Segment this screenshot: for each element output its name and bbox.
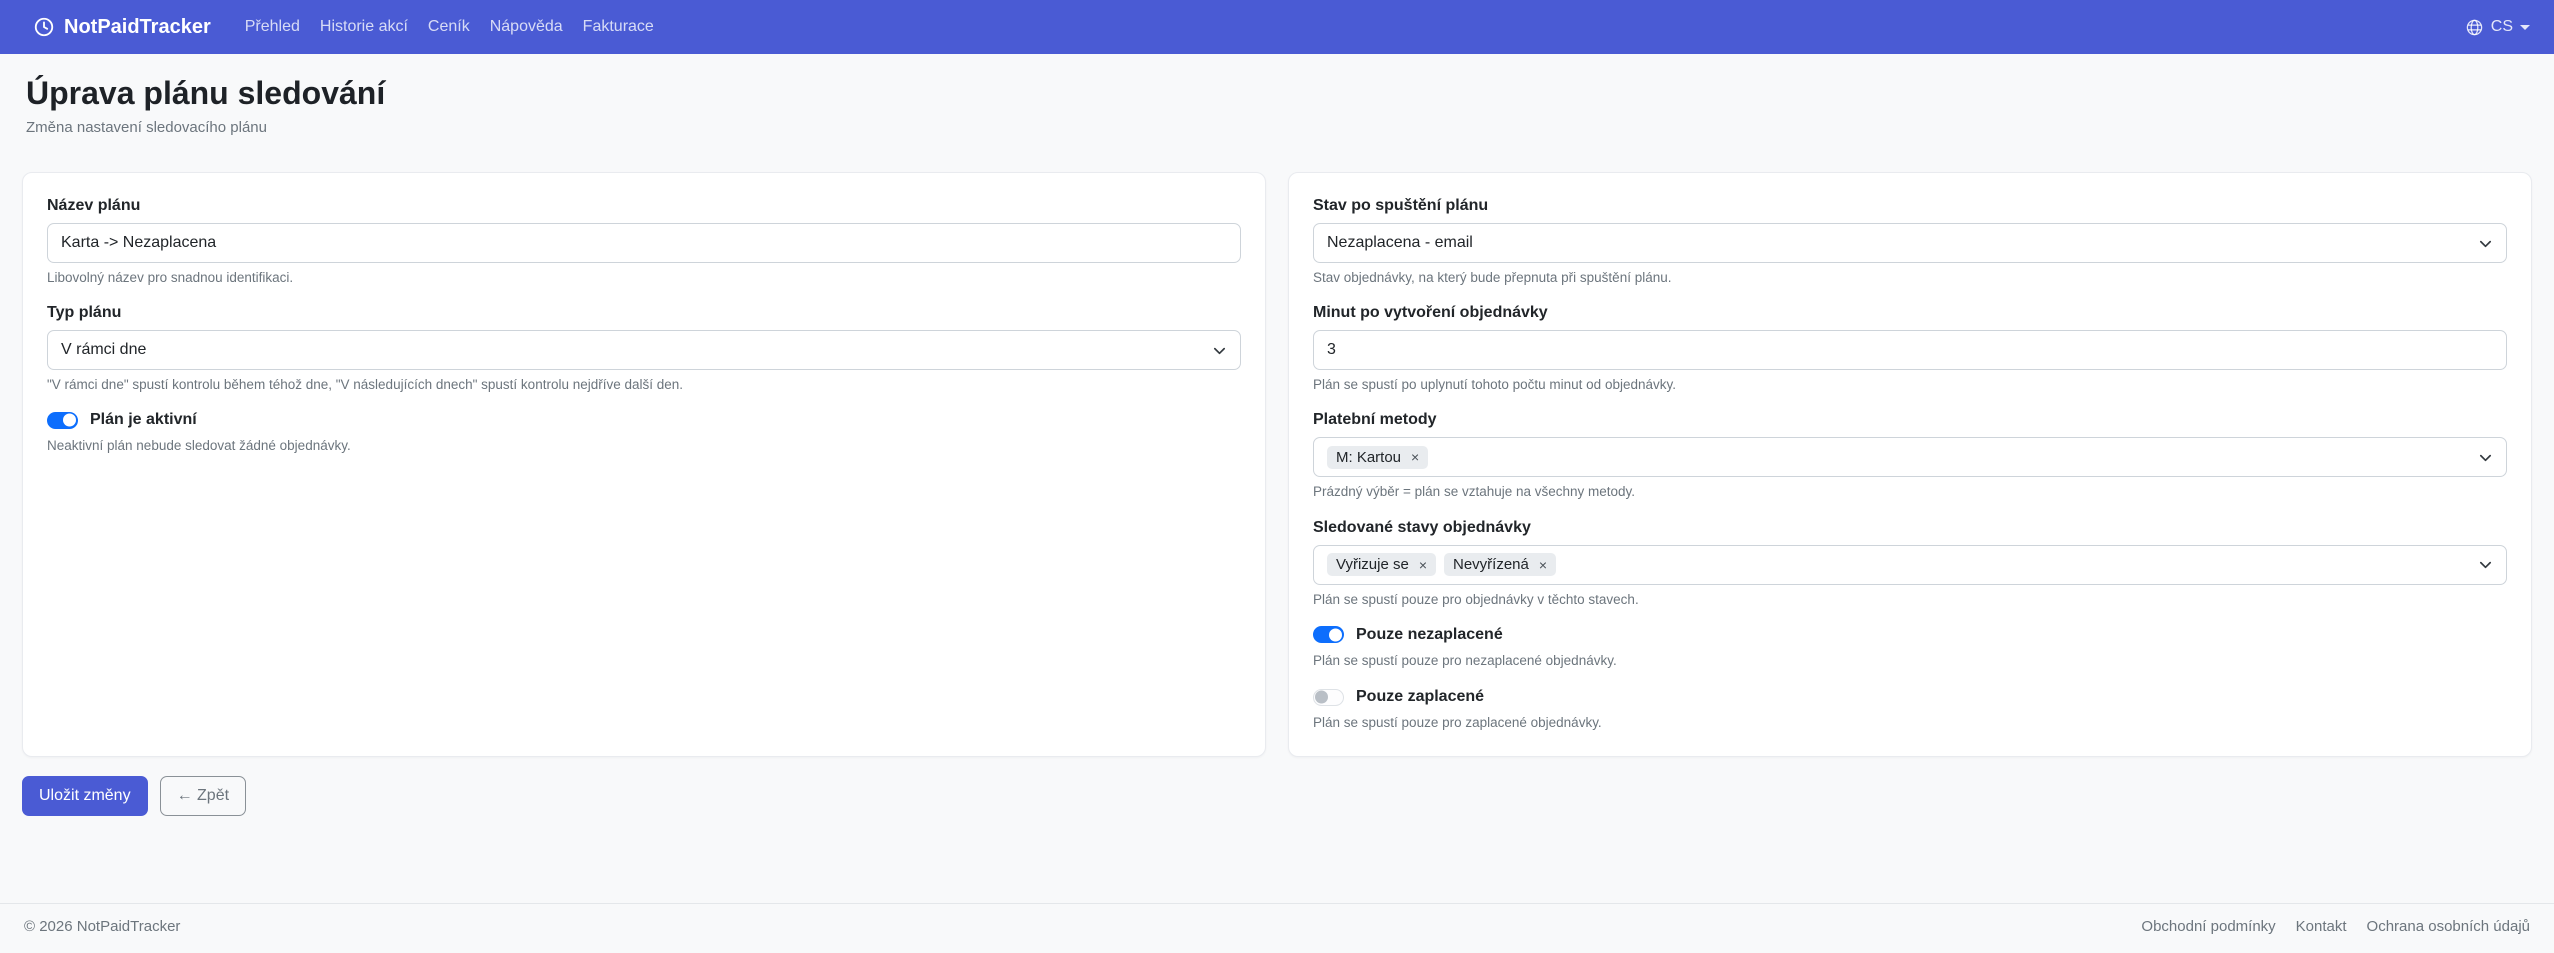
watched-states-help: Plán se spustí pouze pro objednávky v tě… — [1313, 591, 2507, 609]
plan-type-select[interactable]: V rámci dne — [47, 330, 1241, 370]
plan-active-block: Plán je aktivní Neaktivní plán nebude sl… — [47, 411, 1241, 455]
plan-type-group: Typ plánu V rámci dne "V rámci dne" spus… — [47, 304, 1241, 394]
only-unpaid-label: Pouze nezaplacené — [1356, 626, 1503, 644]
chevron-down-icon — [2478, 557, 2493, 572]
status-after-selected-value: Nezaplacena - email — [1327, 234, 1473, 252]
payment-methods-help: Prázdný výběr = plán se vztahuje na všec… — [1313, 483, 2507, 501]
status-after-group: Stav po spuštění plánu Nezaplacena - ema… — [1313, 197, 2507, 287]
watched-states-tags: Vyřizuje se × Nevyřízená × — [1327, 553, 2460, 576]
brand[interactable]: NotPaidTracker — [33, 16, 211, 39]
plan-name-group: Název plánu Libovolný název pro snadnou … — [47, 197, 1241, 287]
minutes-label: Minut po vytvoření objednávky — [1313, 304, 2507, 322]
plan-type-selected-value: V rámci dne — [61, 341, 146, 359]
nav-item-historie-akci[interactable]: Historie akcí — [310, 10, 418, 44]
watched-states-label: Sledované stavy objednávky — [1313, 519, 2507, 537]
back-button[interactable]: ← Zpět — [160, 776, 246, 816]
page-subtitle: Změna nastavení sledovacího plánu — [26, 119, 2528, 136]
tag-label: Nevyřízená — [1453, 556, 1529, 573]
language-switcher[interactable]: CS — [2465, 18, 2530, 37]
remove-tag-icon[interactable]: × — [1539, 558, 1547, 572]
page-title: Úprava plánu sledování — [26, 75, 2528, 112]
footer-link-ochrana-osobnich-udaju[interactable]: Ochrana osobních údajů — [2367, 918, 2530, 935]
plan-conditions-card: Stav po spuštění plánu Nezaplacena - ema… — [1288, 172, 2532, 757]
plan-type-help: "V rámci dne" spustí kontrolu během tého… — [47, 376, 1241, 394]
footer-link-obchodni-podminky[interactable]: Obchodní podmínky — [2141, 918, 2275, 935]
tag-m-kartou: M: Kartou × — [1327, 446, 1428, 469]
only-unpaid-block: Pouze nezaplacené Plán se spustí pouze p… — [1313, 626, 2507, 670]
only-paid-label: Pouze zaplacené — [1356, 688, 1484, 706]
brand-label: NotPaidTracker — [64, 16, 211, 39]
form-cards: Název plánu Libovolný název pro snadnou … — [22, 172, 2532, 757]
minutes-input[interactable] — [1313, 330, 2507, 370]
chevron-down-icon — [2520, 25, 2530, 30]
tag-label: Vyřizuje se — [1336, 556, 1409, 573]
plan-type-label: Typ plánu — [47, 304, 1241, 322]
only-paid-help: Plán se spustí pouze pro zaplacené objed… — [1313, 714, 2507, 732]
only-unpaid-toggle[interactable] — [1313, 626, 1344, 643]
nav-item-fakturace[interactable]: Fakturace — [573, 10, 664, 44]
only-unpaid-help: Plán se spustí pouze pro nezaplacené obj… — [1313, 652, 2507, 670]
plan-basics-card: Název plánu Libovolný název pro snadnou … — [22, 172, 1266, 757]
footer-links: Obchodní podmínky Kontakt Ochrana osobní… — [2141, 918, 2530, 935]
remove-tag-icon[interactable]: × — [1419, 558, 1427, 572]
minutes-help: Plán se spustí po uplynutí tohoto počtu … — [1313, 376, 2507, 394]
status-after-help: Stav objednávky, na který bude přepnuta … — [1313, 269, 2507, 287]
save-button[interactable]: Uložit změny — [22, 776, 148, 816]
watched-states-group: Sledované stavy objednávky Vyřizuje se ×… — [1313, 519, 2507, 609]
plan-name-input[interactable] — [47, 223, 1241, 263]
copyright: © 2026 NotPaidTracker — [24, 918, 180, 935]
chevron-down-icon — [2478, 450, 2493, 465]
nav-item-prehled[interactable]: Přehled — [235, 10, 310, 44]
payment-methods-multiselect[interactable]: M: Kartou × — [1313, 437, 2507, 477]
status-after-select[interactable]: Nezaplacena - email — [1313, 223, 2507, 263]
globe-icon — [2465, 18, 2484, 37]
plan-active-help: Neaktivní plán nebude sledovat žádné obj… — [47, 437, 1241, 455]
minutes-group: Minut po vytvoření objednávky Plán se sp… — [1313, 304, 2507, 394]
form-actions: Uložit změny ← Zpět — [22, 776, 2532, 816]
payment-methods-group: Platební metody M: Kartou × Prázdný výbě… — [1313, 411, 2507, 501]
payment-methods-tags: M: Kartou × — [1327, 446, 2460, 469]
chevron-down-icon — [1212, 343, 1227, 358]
tag-vyrizuje-se: Vyřizuje se × — [1327, 553, 1436, 576]
nav-item-cenik[interactable]: Ceník — [418, 10, 480, 44]
tag-nevyrizena: Nevyřízená × — [1444, 553, 1556, 576]
payment-methods-label: Platební metody — [1313, 411, 2507, 429]
plan-active-label: Plán je aktivní — [90, 411, 197, 429]
tag-label: M: Kartou — [1336, 449, 1401, 466]
footer-link-kontakt[interactable]: Kontakt — [2296, 918, 2347, 935]
top-navbar: NotPaidTracker Přehled Historie akcí Cen… — [0, 0, 2554, 54]
language-code: CS — [2491, 18, 2513, 36]
nav-item-napoveda[interactable]: Nápověda — [480, 10, 573, 44]
main-content: Úprava plánu sledování Změna nastavení s… — [0, 54, 2554, 903]
watched-states-multiselect[interactable]: Vyřizuje se × Nevyřízená × — [1313, 545, 2507, 585]
clock-icon — [33, 16, 55, 38]
plan-name-help: Libovolný název pro snadnou identifikaci… — [47, 269, 1241, 287]
plan-active-toggle[interactable] — [47, 412, 78, 429]
page-header: Úprava plánu sledování Změna nastavení s… — [26, 75, 2528, 136]
remove-tag-icon[interactable]: × — [1411, 450, 1419, 464]
chevron-down-icon — [2478, 236, 2493, 251]
page-footer: © 2026 NotPaidTracker Obchodní podmínky … — [0, 903, 2554, 953]
only-paid-toggle[interactable] — [1313, 689, 1344, 706]
only-paid-block: Pouze zaplacené Plán se spustí pouze pro… — [1313, 688, 2507, 732]
plan-name-label: Název plánu — [47, 197, 1241, 215]
status-after-label: Stav po spuštění plánu — [1313, 197, 2507, 215]
nav-links: Přehled Historie akcí Ceník Nápověda Fak… — [235, 10, 664, 44]
